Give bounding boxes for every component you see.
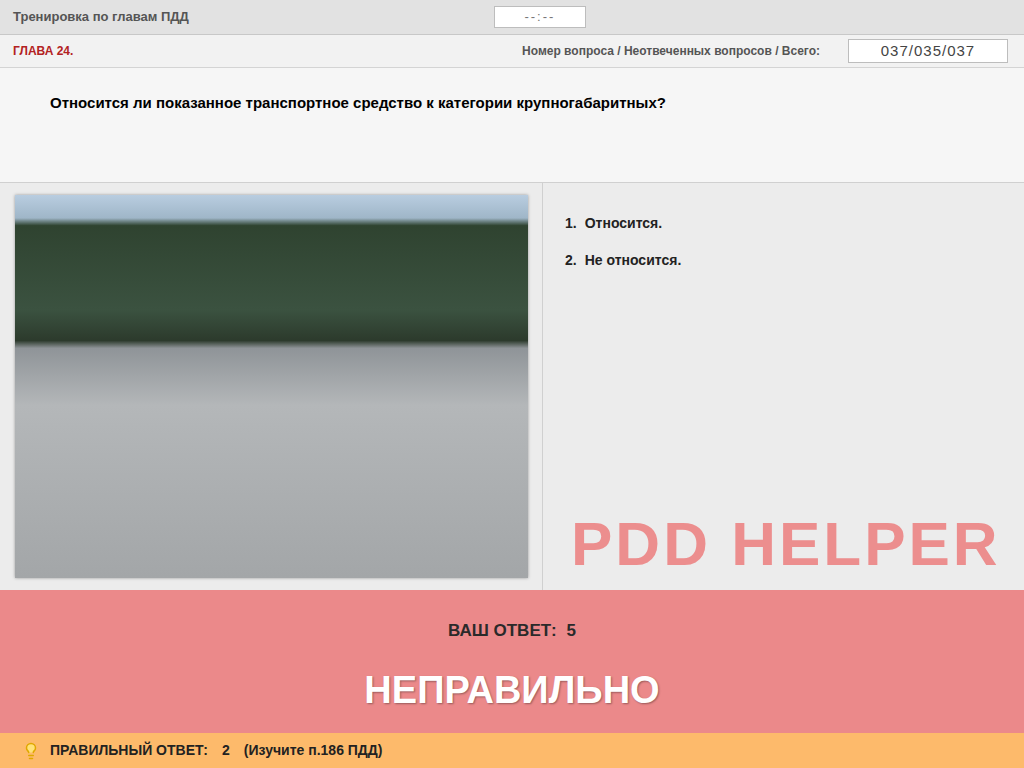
chapter-label: ГЛАВА 24. [13, 42, 73, 60]
top-bar: Тренировка по главам ПДД --:-- [0, 0, 1024, 35]
answer-list: 1.Относится. 2.Не относится. [565, 213, 1024, 271]
app: Тренировка по главам ПДД --:-- ГЛАВА 24. Но… [0, 0, 1024, 768]
result-band: ВАШ ОТВЕТ:5 НЕПРАВИЛЬНО [0, 590, 1024, 733]
question-area: Относится ли показанное транспортное сре… [0, 68, 1024, 183]
answers-panel: 1.Относится. 2.Не относится. PDD HELPER [543, 183, 1024, 590]
watermark: PDD HELPER [571, 510, 1024, 578]
image-panel [0, 183, 543, 590]
chapter-bar: ГЛАВА 24. Номер вопроса / Неотвеченных во… [0, 35, 1024, 68]
hint-label: ПРАВИЛЬНЫЙ ОТВЕТ: [50, 740, 208, 761]
content-area: 1.Относится. 2.Не относится. PDD HELPER [0, 183, 1024, 590]
counter-value: 037/035/037 [848, 39, 1008, 64]
question-photo [15, 195, 528, 578]
answer-option[interactable]: 2.Не относится. [565, 250, 1024, 271]
counter-label: Номер вопроса / Неотвеченных вопросов / … [522, 42, 820, 60]
lightbulb-icon [22, 742, 40, 760]
your-answer: ВАШ ОТВЕТ:5 [448, 618, 576, 644]
timer: --:-- [494, 6, 586, 28]
hint-answer: 2 [222, 740, 230, 761]
hint-bar: ПРАВИЛЬНЫЙ ОТВЕТ: 2 (Изучите п.186 ПДД) [0, 733, 1024, 768]
verdict: НЕПРАВИЛЬНО [364, 662, 659, 719]
answer-option[interactable]: 1.Относится. [565, 213, 1024, 234]
hint-reference: (Изучите п.186 ПДД) [244, 740, 383, 761]
app-title: Тренировка по главам ПДД [13, 7, 189, 27]
question-text: Относится ли показанное транспортное сре… [50, 92, 974, 115]
